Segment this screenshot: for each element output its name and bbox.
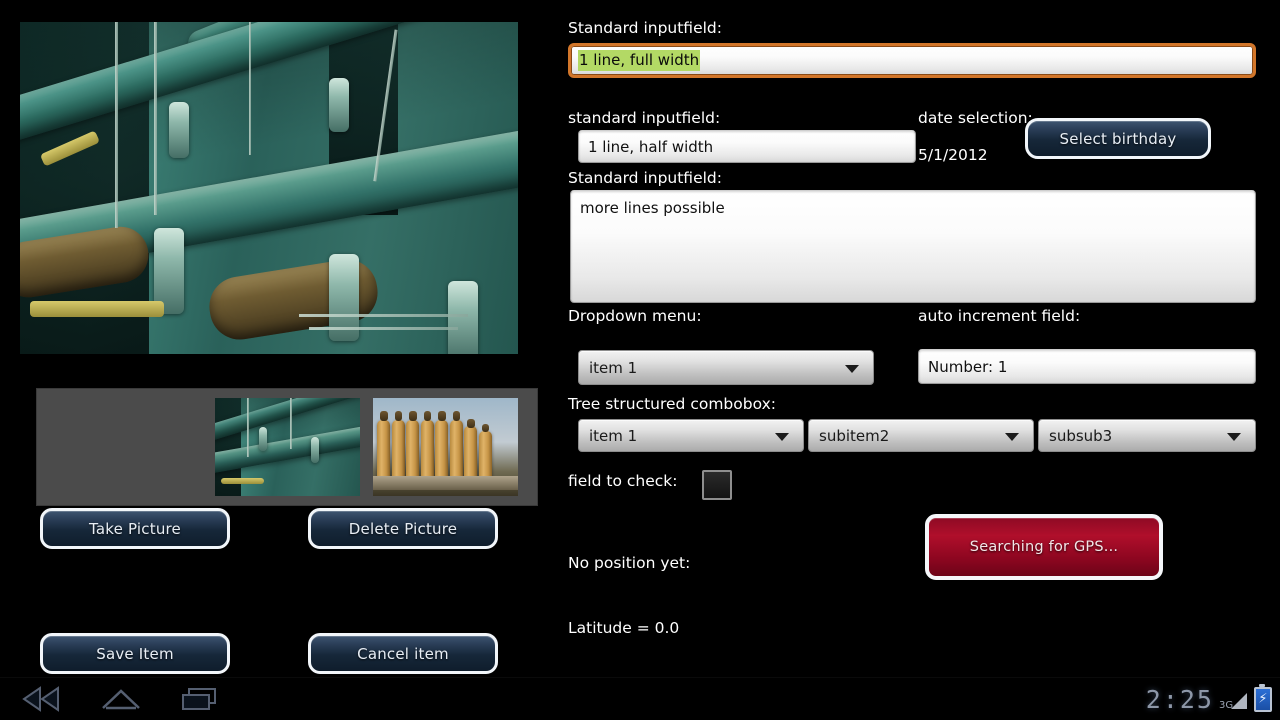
tree-level1-value: item 1 (589, 426, 638, 445)
back-icon[interactable] (18, 684, 66, 714)
auto-increment-input[interactable]: Number: 1 (918, 349, 1256, 384)
date-selection-value: 5/1/2012 (918, 146, 988, 164)
status-area: 2:25 3G ⚡ (1146, 682, 1272, 716)
tree-level2-value: subitem2 (819, 426, 890, 445)
take-picture-button[interactable]: Take Picture (40, 508, 230, 549)
battery-charging-icon: ⚡ (1254, 683, 1272, 712)
photo-panel (18, 20, 538, 506)
date-selection-label: date selection: (918, 109, 1033, 127)
tree-combobox-label: Tree structured combobox: (568, 395, 776, 413)
dropdown-menu[interactable]: item 1 (578, 350, 874, 385)
chevron-down-icon (1005, 432, 1019, 441)
cancel-item-button[interactable]: Cancel item (308, 633, 498, 674)
multiline-value: more lines possible (580, 199, 725, 217)
auto-increment-label: auto increment field: (918, 307, 1081, 325)
searching-for-gps-label: Searching for GPS... (969, 539, 1119, 555)
thumbnail-item[interactable] (373, 398, 518, 496)
recent-apps-icon[interactable] (176, 684, 224, 714)
take-picture-label: Take Picture (88, 519, 181, 538)
lightning-bolt-icon: ⚡ (1258, 691, 1268, 707)
clock: 2:25 (1145, 684, 1214, 714)
select-birthday-label: Select birthday (1059, 129, 1177, 148)
standard-half-value: 1 line, half width (588, 137, 714, 156)
thumbnail-strip[interactable] (36, 388, 538, 506)
chevron-down-icon (775, 432, 789, 441)
thumbnail-item[interactable] (215, 398, 360, 496)
standard-full-label: Standard inputfield: (568, 19, 722, 37)
chevron-down-icon (1227, 432, 1241, 441)
save-item-label: Save Item (96, 644, 174, 663)
checkbox-label: field to check: (568, 472, 678, 490)
gps-status-line-1: No position yet: (568, 554, 691, 572)
thumbnail-pipes-image (215, 398, 360, 496)
save-item-button[interactable]: Save Item (40, 633, 230, 674)
searching-for-gps-button[interactable]: Searching for GPS... (925, 514, 1163, 580)
app-screen: Take Picture Delete Picture Save Item Ca… (0, 0, 1280, 720)
standard-half-input[interactable]: 1 line, half width (578, 130, 916, 163)
standard-full-value: 1 line, full width (578, 50, 701, 71)
select-birthday-button[interactable]: Select birthday (1025, 118, 1211, 159)
android-navigation-bar: 2:25 3G ⚡ (0, 677, 1280, 720)
chevron-down-icon (845, 364, 859, 373)
network-type-label: 3G (1219, 700, 1234, 711)
field-to-check-checkbox[interactable] (702, 470, 732, 500)
multiline-input[interactable]: more lines possible (570, 190, 1256, 303)
home-icon[interactable] (97, 684, 145, 714)
multiline-label: Standard inputfield: (568, 169, 722, 187)
delete-picture-label: Delete Picture (348, 519, 458, 538)
standard-full-input[interactable]: 1 line, full width (568, 43, 1256, 78)
thumbnail-cylinders-image (373, 398, 518, 496)
standard-half-label: standard inputfield: (568, 109, 721, 127)
delete-picture-button[interactable]: Delete Picture (308, 508, 498, 549)
tree-combobox-level1[interactable]: item 1 (578, 419, 804, 452)
main-photo-image (20, 22, 518, 354)
dropdown-label: Dropdown menu: (568, 307, 702, 325)
signal-bars-icon (1231, 693, 1247, 709)
tree-level3-value: subsub3 (1049, 426, 1113, 445)
tree-combobox-level2[interactable]: subitem2 (808, 419, 1034, 452)
gps-status-line-2: Latitude = 0.0 (568, 618, 680, 637)
main-photo[interactable] (18, 20, 520, 356)
signal-icon: 3G (1219, 688, 1247, 711)
auto-increment-value: Number: 1 (928, 357, 1008, 376)
tree-combobox-level3[interactable]: subsub3 (1038, 419, 1256, 452)
cancel-item-label: Cancel item (357, 644, 449, 663)
dropdown-value: item 1 (589, 358, 638, 377)
